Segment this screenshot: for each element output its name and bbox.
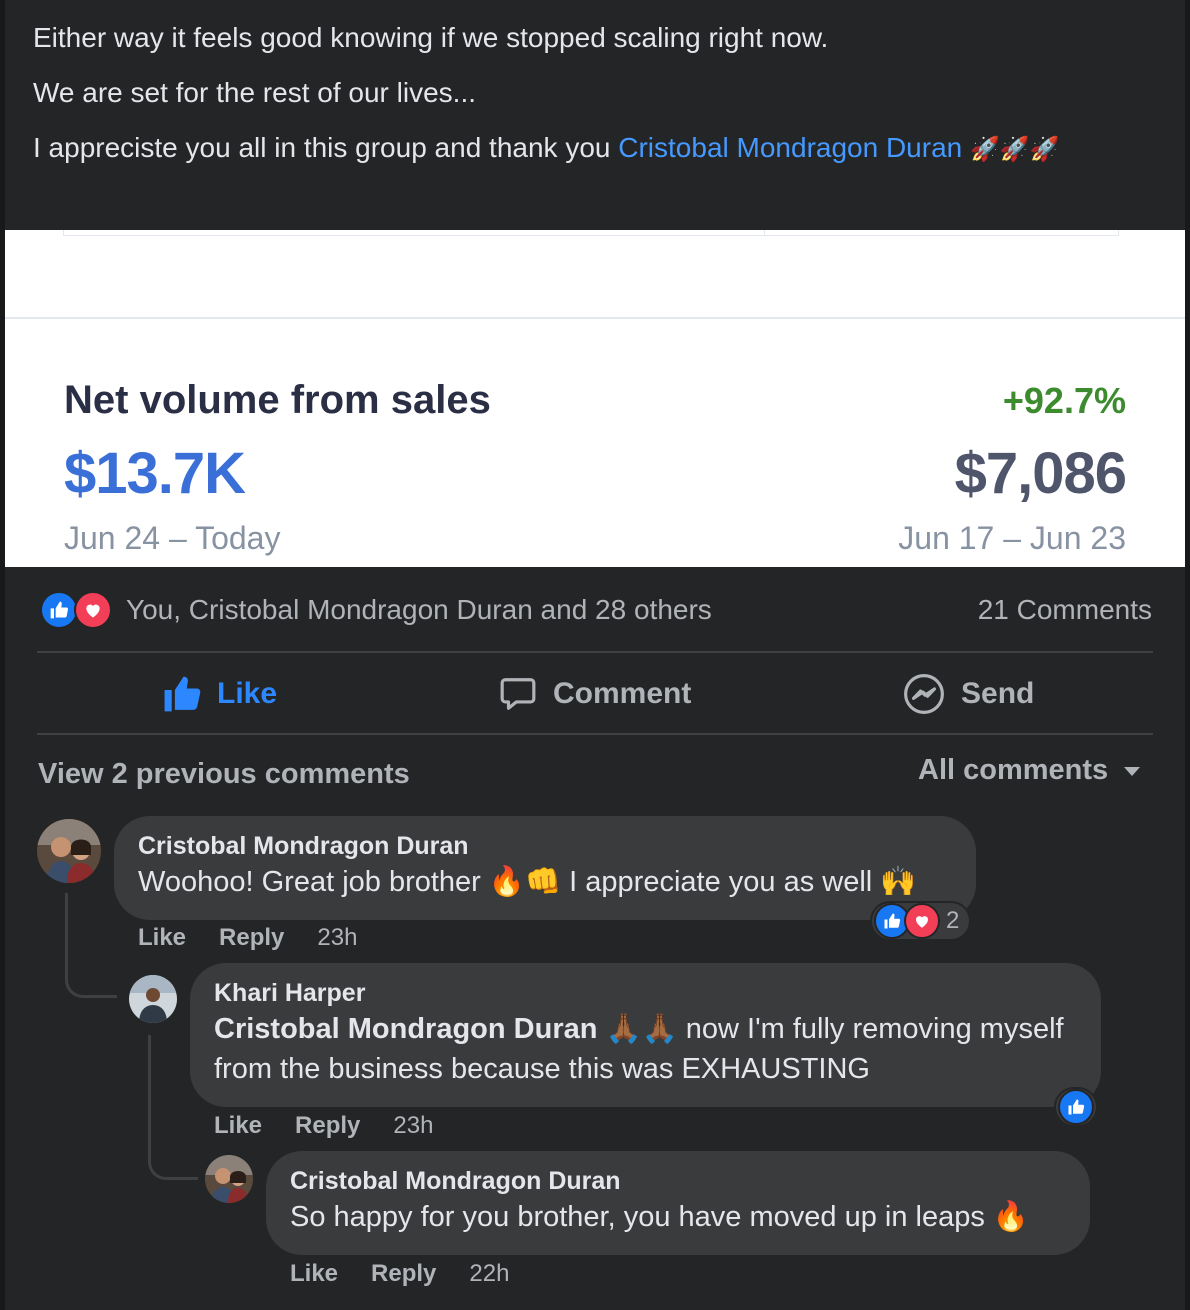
like-label: Like xyxy=(217,677,278,710)
post-line-3: I appreciste you all in this group and t… xyxy=(33,130,1143,167)
post-body: Either way it feels good knowing if we s… xyxy=(33,20,1143,186)
like-reaction-icon xyxy=(1058,1089,1094,1125)
previous-date-range: Jun 17 – Jun 23 xyxy=(898,520,1126,556)
comment-author[interactable]: Cristobal Mondragon Duran xyxy=(290,1165,1066,1197)
current-period-value: $13.7K xyxy=(64,441,246,506)
comment-reply-button[interactable]: Reply xyxy=(371,1260,436,1288)
post-mention-link[interactable]: Cristobal Mondragon Duran xyxy=(618,132,962,163)
comment-like-button[interactable]: Like xyxy=(290,1260,338,1288)
previous-period-value: $7,086 xyxy=(954,441,1127,506)
comment-text: Cristobal Mondragon Duran 🙏🏾🙏🏾 now I'm f… xyxy=(214,1009,1077,1089)
comment-mention[interactable]: Cristobal Mondragon Duran xyxy=(214,1013,597,1045)
comment-meta: Like Reply 22h xyxy=(290,1260,509,1288)
send-label: Send xyxy=(961,677,1035,710)
growth-percentage: +92.7% xyxy=(1002,380,1126,421)
reaction-names[interactable]: You, Cristobal Mondragon Duran and 28 ot… xyxy=(126,594,712,626)
like-button[interactable]: Like xyxy=(163,655,277,733)
comment-author[interactable]: Khari Harper xyxy=(214,977,1077,1009)
post-line-1: Either way it feels good knowing if we s… xyxy=(33,22,829,53)
comment-bubble: Cristobal Mondragon Duran So happy for y… xyxy=(266,1151,1090,1255)
comment-like-button[interactable]: Like xyxy=(138,924,186,952)
avatar[interactable] xyxy=(129,975,177,1023)
avatar[interactable] xyxy=(37,819,101,883)
comment-author[interactable]: Cristobal Mondragon Duran xyxy=(138,830,952,862)
metric-title: Net volume from sales xyxy=(64,378,491,422)
comment-text: So happy for you brother, you have moved… xyxy=(290,1201,1030,1233)
thread-connector xyxy=(65,893,117,998)
comment-button[interactable]: Comment xyxy=(499,655,691,733)
comment-meta: Like Reply 23h xyxy=(214,1112,433,1140)
thumbs-up-icon xyxy=(164,676,201,712)
comment-like-button[interactable]: Like xyxy=(214,1112,262,1140)
comment-timestamp[interactable]: 23h xyxy=(317,924,357,952)
comment-reactions[interactable]: 2 xyxy=(870,901,972,941)
comment-bubble: Cristobal Mondragon Duran Woohoo! Great … xyxy=(114,816,976,920)
reaction-summary: You, Cristobal Mondragon Duran and 28 ot… xyxy=(40,590,1152,630)
caret-down-icon xyxy=(1124,766,1141,776)
screenshot-divider xyxy=(5,317,1185,319)
comment-timestamp[interactable]: 23h xyxy=(393,1112,433,1140)
comment-text: Woohoo! Great job brother 🔥👊 I appreciat… xyxy=(138,866,917,898)
comment-reactions[interactable] xyxy=(1054,1087,1098,1127)
messenger-icon xyxy=(904,674,944,714)
thread-connector xyxy=(148,1035,198,1180)
avatar[interactable] xyxy=(205,1155,253,1203)
comment-sort-dropdown[interactable]: All comments xyxy=(918,754,1142,787)
view-previous-comments[interactable]: View 2 previous comments xyxy=(38,758,410,791)
love-reaction-icon xyxy=(904,903,940,939)
post-actions: Like Comment Send xyxy=(37,655,1153,733)
post-thanks-text: I appreciste you all in this group and t… xyxy=(33,132,619,163)
divider xyxy=(37,733,1153,735)
comment-bubble: Khari Harper Cristobal Mondragon Duran 🙏… xyxy=(190,963,1101,1107)
divider xyxy=(37,651,1153,653)
rocket-emoji: 🚀🚀🚀 xyxy=(970,135,1060,163)
comment-reply-button[interactable]: Reply xyxy=(295,1112,360,1140)
reaction-icons[interactable] xyxy=(40,591,112,629)
love-reaction-icon xyxy=(74,591,112,629)
like-reaction-icon xyxy=(40,591,78,629)
attached-screenshot[interactable]: Net volume from sales +92.7% $13.7K $7,0… xyxy=(5,230,1185,567)
comments-count[interactable]: 21 Comments xyxy=(978,594,1152,626)
comment-meta: Like Reply 23h xyxy=(138,924,357,952)
comment-reply-button[interactable]: Reply xyxy=(219,924,284,952)
comment-bubble-icon xyxy=(500,678,536,710)
send-button[interactable]: Send xyxy=(903,655,1034,733)
reaction-count: 2 xyxy=(946,907,960,934)
chart-remnant xyxy=(63,230,1119,236)
post-line-2: We are set for the rest of our lives... xyxy=(33,77,476,108)
comment-label: Comment xyxy=(553,677,692,710)
current-date-range: Jun 24 – Today xyxy=(64,520,281,556)
comment-timestamp[interactable]: 22h xyxy=(469,1260,509,1288)
comment-sort-label: All comments xyxy=(918,754,1109,786)
